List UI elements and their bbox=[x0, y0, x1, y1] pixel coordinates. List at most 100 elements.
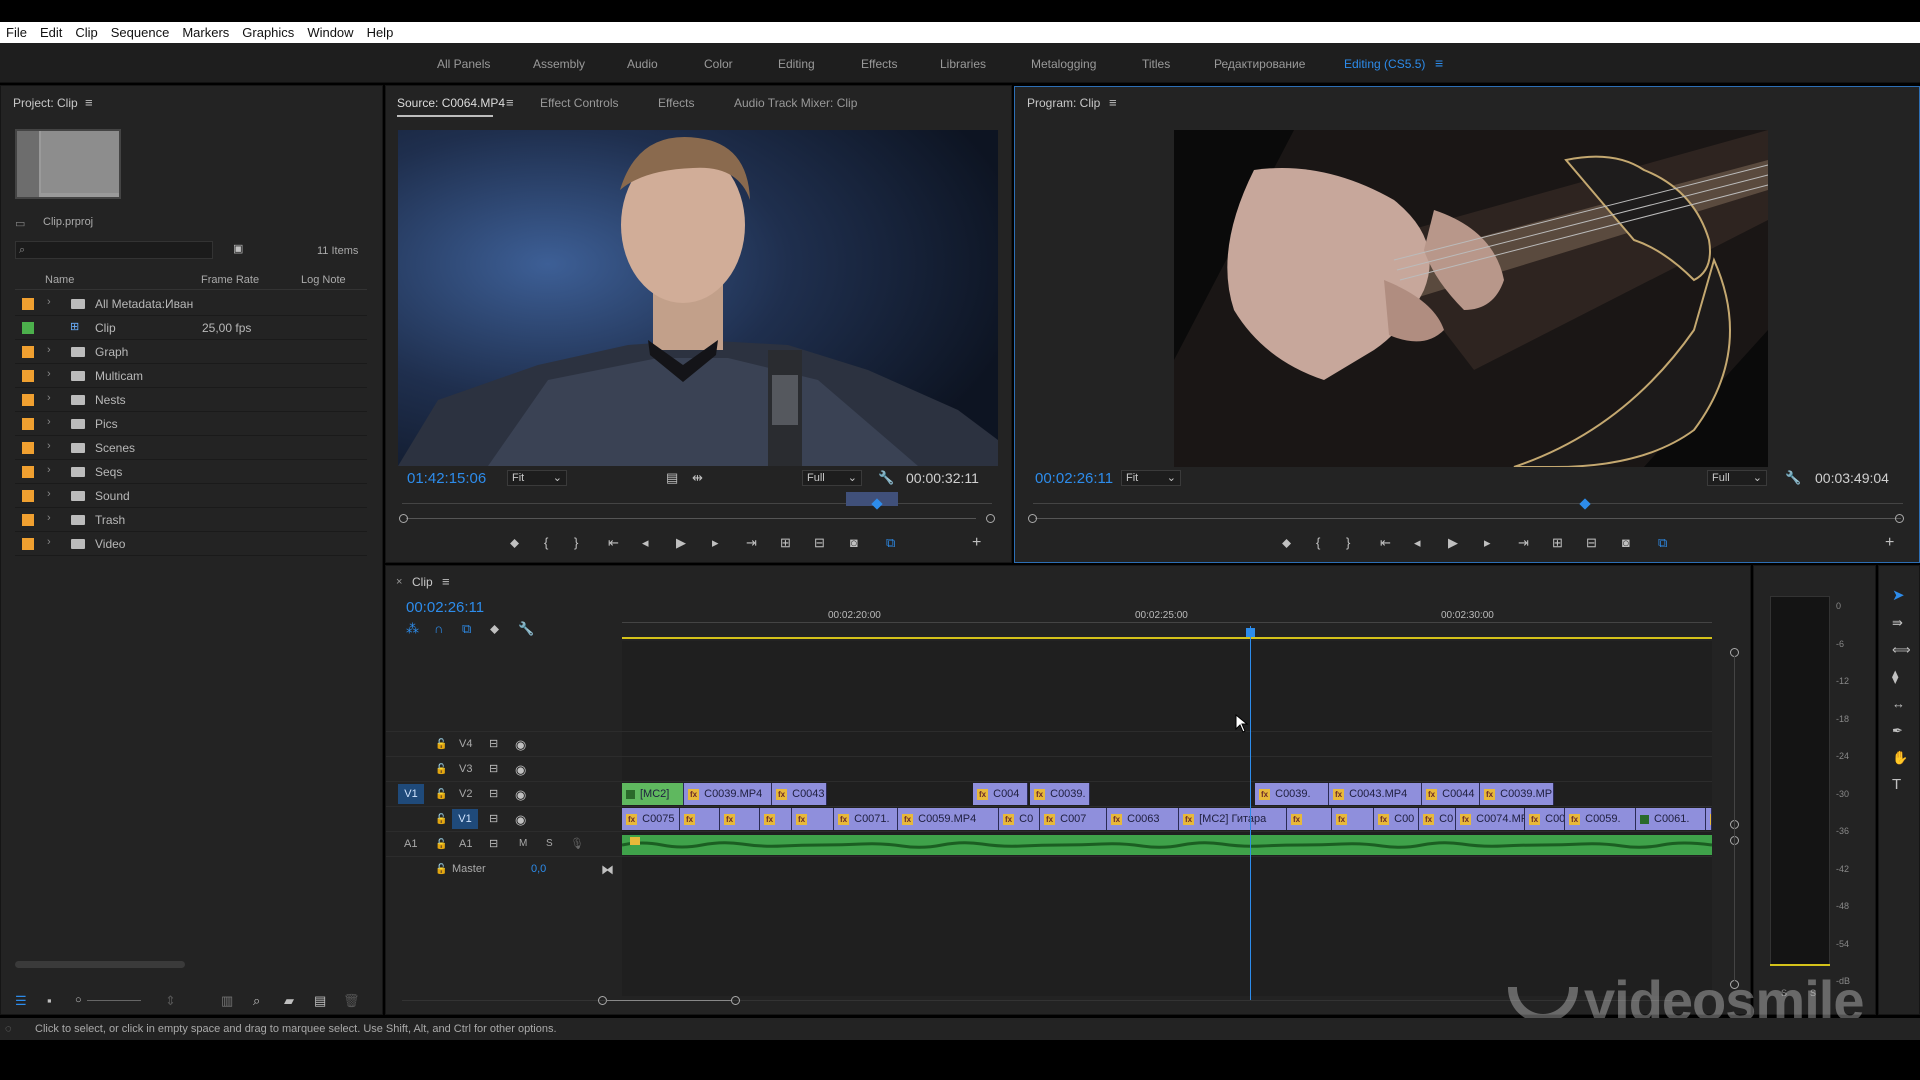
project-item[interactable]: ⊞ Clip 25,00 fps bbox=[15, 316, 367, 340]
mark-in-icon[interactable]: { bbox=[544, 536, 548, 549]
solo-button[interactable]: S bbox=[546, 838, 553, 849]
ripple-edit-tool-icon[interactable]: ⟺ bbox=[1892, 643, 1911, 656]
workspace-editing-cs55[interactable]: Editing (CS5.5) bbox=[1344, 57, 1425, 71]
type-tool-icon[interactable]: T bbox=[1892, 777, 1901, 792]
timeline-clip-v1[interactable]: fx C007 bbox=[1040, 808, 1107, 830]
workspace-metalogging[interactable]: Metalogging bbox=[1031, 57, 1096, 71]
workspace-all-panels[interactable]: All Panels bbox=[437, 57, 490, 71]
tab-effect-controls[interactable]: Effect Controls bbox=[540, 96, 618, 110]
chevron-right-icon[interactable]: › bbox=[47, 416, 51, 428]
menu-sequence[interactable]: Sequence bbox=[111, 25, 170, 40]
workspace-libraries[interactable]: Libraries bbox=[940, 57, 986, 71]
step-forward-icon[interactable]: ▸ bbox=[1484, 536, 1491, 549]
toggle-proxies-icon[interactable]: ⧉ bbox=[1658, 536, 1667, 549]
step-back-icon[interactable]: ◂ bbox=[642, 536, 649, 549]
timeline-playhead-head[interactable] bbox=[1246, 628, 1255, 637]
project-scrollbar[interactable] bbox=[15, 961, 185, 968]
timeline-clip-v1[interactable]: fx [MC2] Гитара bbox=[1179, 808, 1287, 830]
nest-toggle-icon[interactable]: ⁂ bbox=[406, 622, 419, 635]
selection-tool-icon[interactable]: ➤ bbox=[1892, 588, 1905, 603]
program-time-ruler[interactable] bbox=[1033, 494, 1903, 504]
menu-edit[interactable]: Edit bbox=[40, 25, 62, 40]
timeline-horizontal-scrollbar[interactable] bbox=[402, 1000, 1682, 1001]
workspace-editing[interactable]: Editing bbox=[778, 57, 815, 71]
workspace-menu-icon[interactable]: ≡ bbox=[1435, 55, 1443, 71]
close-sequence-icon[interactable]: × bbox=[396, 576, 402, 588]
timeline-clip-v1[interactable]: fx C0075 bbox=[622, 808, 680, 830]
label-color-swatch[interactable] bbox=[22, 538, 34, 550]
settings-wrench-icon[interactable]: 🔧 bbox=[878, 471, 894, 484]
mark-in-icon[interactable]: { bbox=[1316, 536, 1320, 549]
project-item[interactable]: › Trash bbox=[15, 508, 367, 532]
icon-view-icon[interactable]: ▪ bbox=[47, 994, 52, 1007]
new-item-icon[interactable]: ▤ bbox=[314, 994, 326, 1007]
source-patch-v1[interactable]: V1 bbox=[398, 784, 424, 804]
column-frame-rate[interactable]: Frame Rate bbox=[201, 274, 259, 286]
sync-lock-icon[interactable]: ⊟ bbox=[489, 738, 498, 751]
lock-icon[interactable]: 🔓 bbox=[435, 788, 447, 801]
timeline-clip-v2[interactable]: fx C004 bbox=[973, 783, 1028, 805]
column-name[interactable]: Name bbox=[45, 274, 74, 286]
play-icon[interactable]: ▶ bbox=[676, 536, 686, 549]
source-fit-dropdown[interactable]: Fit ⌄ bbox=[507, 470, 567, 486]
sequence-menu-icon[interactable]: ≡ bbox=[442, 575, 450, 588]
mark-out-icon[interactable]: } bbox=[1346, 536, 1350, 549]
timeline-clip-v1[interactable]: fx C0074.MP4 bbox=[1456, 808, 1525, 830]
settings-wrench-icon[interactable]: 🔧 bbox=[1785, 471, 1801, 484]
menu-file[interactable]: File bbox=[6, 25, 27, 40]
microphone-icon[interactable]: 🎙 bbox=[570, 838, 584, 851]
source-zoom-handle-left[interactable] bbox=[399, 514, 408, 523]
timeline-clip-v1[interactable]: fx C0063 bbox=[1107, 808, 1179, 830]
source-quality-dropdown[interactable]: Full ⌄ bbox=[802, 470, 862, 486]
menu-window[interactable]: Window bbox=[307, 25, 353, 40]
chevron-right-icon[interactable]: › bbox=[47, 296, 51, 308]
timeline-settings-wrench-icon[interactable]: 🔧 bbox=[518, 622, 534, 635]
timeline-playhead-line[interactable] bbox=[1250, 626, 1251, 1001]
chevron-right-icon[interactable]: › bbox=[47, 440, 51, 452]
chevron-right-icon[interactable]: › bbox=[47, 536, 51, 548]
sync-lock-icon[interactable]: ⊟ bbox=[489, 763, 498, 776]
source-time-ruler[interactable] bbox=[402, 494, 992, 504]
source-zoom-bar[interactable] bbox=[406, 518, 976, 519]
project-item[interactable]: › Graph bbox=[15, 340, 367, 364]
project-item[interactable]: › Nests bbox=[15, 388, 367, 412]
slip-tool-icon[interactable]: ↔ bbox=[1892, 697, 1905, 710]
timeline-clip-v1[interactable]: fxC0 bbox=[999, 808, 1040, 830]
timeline-clip-v2[interactable]: fx C0039.MP bbox=[1480, 783, 1554, 805]
drag-video-only-icon[interactable]: ▤ bbox=[666, 471, 678, 484]
source-patch-a1[interactable]: A1 bbox=[404, 838, 417, 850]
timeline-clip-v1[interactable]: fx bbox=[720, 808, 760, 830]
program-menu-icon[interactable]: ≡ bbox=[1109, 96, 1117, 109]
razor-tool-icon[interactable]: ⧫ bbox=[1892, 670, 1898, 683]
label-color-swatch[interactable] bbox=[22, 442, 34, 454]
eye-icon[interactable]: ◉ bbox=[515, 813, 526, 826]
clear-icon[interactable]: 🗑 bbox=[343, 994, 360, 1007]
program-zoom-handle-left[interactable] bbox=[1028, 514, 1037, 523]
menu-graphics[interactable]: Graphics bbox=[242, 25, 294, 40]
timeline-clip-v2[interactable]: fx C0043.MP4 bbox=[1329, 783, 1422, 805]
timeline-clip-v1[interactable]: fxC0 bbox=[1706, 808, 1712, 830]
sync-lock-icon[interactable]: ⊟ bbox=[489, 813, 498, 826]
timeline-clip-v2[interactable]: fx C0039. bbox=[1030, 783, 1090, 805]
timeline-clip-v2[interactable]: fx C0039.MP4 bbox=[684, 783, 772, 805]
extract-icon[interactable]: ⊟ bbox=[1586, 536, 1597, 549]
new-bin-icon[interactable]: ▰ bbox=[284, 994, 294, 1007]
label-color-swatch[interactable] bbox=[22, 490, 34, 502]
step-back-icon[interactable]: ◂ bbox=[1414, 536, 1421, 549]
workspace-redaktirovanie[interactable]: Редактирование bbox=[1214, 57, 1305, 71]
tab-source[interactable]: Source: C0064.MP4 bbox=[397, 96, 505, 110]
workspace-color[interactable]: Color bbox=[704, 57, 733, 71]
mark-out-icon[interactable]: } bbox=[574, 536, 578, 549]
timeline-clip-v1[interactable]: fx bbox=[1287, 808, 1332, 830]
eye-icon[interactable]: ◉ bbox=[515, 763, 526, 776]
project-item[interactable]: › Seqs bbox=[15, 460, 367, 484]
go-to-next-edit-icon[interactable]: ⧓ bbox=[601, 863, 614, 876]
step-forward-icon[interactable]: ▸ bbox=[712, 536, 719, 549]
timeline-clip-v1[interactable]: fx bbox=[1332, 808, 1374, 830]
project-search[interactable]: ⌕ bbox=[15, 241, 213, 259]
chevron-right-icon[interactable]: › bbox=[47, 368, 51, 380]
track-select-tool-icon[interactable]: ⇛ bbox=[1892, 616, 1903, 629]
timeline-clip-v1[interactable]: fx C0059. bbox=[1565, 808, 1636, 830]
timeline-zoom-handle-right[interactable] bbox=[731, 996, 740, 1005]
lock-icon[interactable]: 🔓 bbox=[435, 863, 447, 876]
